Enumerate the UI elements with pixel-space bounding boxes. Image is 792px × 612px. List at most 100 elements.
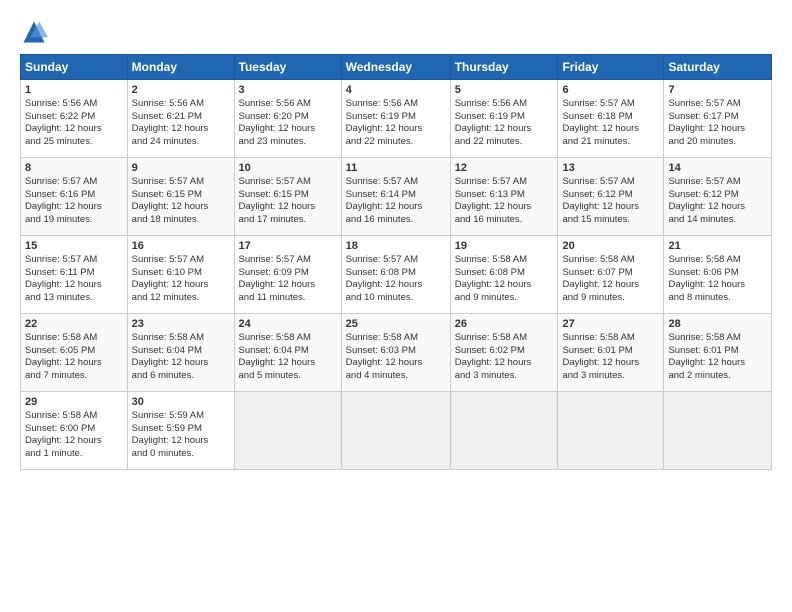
day-info-line: and 14 minutes. — [668, 214, 767, 227]
day-info-line: Daylight: 12 hours — [346, 123, 446, 136]
header — [20, 18, 772, 46]
day-cell: 27Sunrise: 5:58 AMSunset: 6:01 PMDayligh… — [558, 314, 664, 392]
day-info-line: Daylight: 12 hours — [132, 279, 230, 292]
day-info-line: Sunrise: 5:57 AM — [25, 176, 123, 189]
day-info-line: and 13 minutes. — [25, 292, 123, 305]
day-info-line: Sunrise: 5:58 AM — [562, 332, 659, 345]
day-info-line: and 18 minutes. — [132, 214, 230, 227]
day-info-line: Daylight: 12 hours — [455, 279, 554, 292]
day-info-line: Sunset: 6:08 PM — [455, 267, 554, 280]
day-info-line: Sunrise: 5:58 AM — [239, 332, 337, 345]
day-info-line: Sunrise: 5:58 AM — [455, 332, 554, 345]
day-number: 14 — [668, 161, 767, 176]
day-cell: 14Sunrise: 5:57 AMSunset: 6:12 PMDayligh… — [664, 158, 772, 236]
day-info-line: and 10 minutes. — [346, 292, 446, 305]
day-info-line: Sunset: 6:15 PM — [239, 189, 337, 202]
day-info-line: and 20 minutes. — [668, 136, 767, 149]
day-info-line: Daylight: 12 hours — [239, 279, 337, 292]
day-info-line: and 1 minute. — [25, 448, 123, 461]
day-info-line: and 9 minutes. — [562, 292, 659, 305]
day-info-line: Daylight: 12 hours — [25, 123, 123, 136]
day-info-line: Sunset: 6:04 PM — [239, 345, 337, 358]
day-info-line: and 16 minutes. — [346, 214, 446, 227]
day-cell: 6Sunrise: 5:57 AMSunset: 6:18 PMDaylight… — [558, 80, 664, 158]
column-header-wednesday: Wednesday — [341, 55, 450, 80]
day-info-line: and 2 minutes. — [668, 370, 767, 383]
day-info-line: Sunset: 6:13 PM — [455, 189, 554, 202]
day-info-line: Sunrise: 5:56 AM — [346, 98, 446, 111]
day-info-line: Sunset: 6:22 PM — [25, 111, 123, 124]
day-number: 19 — [455, 239, 554, 254]
day-info-line: Sunset: 5:59 PM — [132, 423, 230, 436]
day-info-line: Daylight: 12 hours — [132, 435, 230, 448]
day-info-line: and 5 minutes. — [239, 370, 337, 383]
day-info-line: Sunset: 6:14 PM — [346, 189, 446, 202]
day-info-line: and 24 minutes. — [132, 136, 230, 149]
day-number: 4 — [346, 83, 446, 98]
day-info-line: Daylight: 12 hours — [668, 123, 767, 136]
day-info-line: Sunset: 6:09 PM — [239, 267, 337, 280]
calendar-body: 1Sunrise: 5:56 AMSunset: 6:22 PMDaylight… — [21, 80, 772, 470]
day-info-line: Sunrise: 5:57 AM — [346, 254, 446, 267]
day-info-line: Daylight: 12 hours — [668, 357, 767, 370]
day-cell: 9Sunrise: 5:57 AMSunset: 6:15 PMDaylight… — [127, 158, 234, 236]
day-info-line: Sunrise: 5:57 AM — [562, 176, 659, 189]
day-cell — [234, 392, 341, 470]
day-info-line: Sunset: 6:19 PM — [455, 111, 554, 124]
day-number: 11 — [346, 161, 446, 176]
day-info-line: Sunrise: 5:56 AM — [455, 98, 554, 111]
logo-icon — [20, 18, 48, 46]
column-header-friday: Friday — [558, 55, 664, 80]
day-info-line: Sunset: 6:12 PM — [668, 189, 767, 202]
day-number: 2 — [132, 83, 230, 98]
day-info-line: Daylight: 12 hours — [455, 201, 554, 214]
day-info-line: and 19 minutes. — [25, 214, 123, 227]
day-info-line: Daylight: 12 hours — [668, 201, 767, 214]
day-number: 10 — [239, 161, 337, 176]
day-cell: 13Sunrise: 5:57 AMSunset: 6:12 PMDayligh… — [558, 158, 664, 236]
day-number: 1 — [25, 83, 123, 98]
day-info-line: Daylight: 12 hours — [239, 357, 337, 370]
day-info-line: Daylight: 12 hours — [239, 123, 337, 136]
day-info-line: Daylight: 12 hours — [239, 201, 337, 214]
day-info-line: Sunrise: 5:56 AM — [132, 98, 230, 111]
day-cell: 26Sunrise: 5:58 AMSunset: 6:02 PMDayligh… — [450, 314, 558, 392]
day-cell: 8Sunrise: 5:57 AMSunset: 6:16 PMDaylight… — [21, 158, 128, 236]
day-info-line: Sunset: 6:10 PM — [132, 267, 230, 280]
day-cell: 7Sunrise: 5:57 AMSunset: 6:17 PMDaylight… — [664, 80, 772, 158]
day-cell: 21Sunrise: 5:58 AMSunset: 6:06 PMDayligh… — [664, 236, 772, 314]
day-info-line: and 25 minutes. — [25, 136, 123, 149]
day-info-line: Sunset: 6:05 PM — [25, 345, 123, 358]
day-info-line: Sunset: 6:02 PM — [455, 345, 554, 358]
day-info-line: Sunset: 6:03 PM — [346, 345, 446, 358]
day-cell: 28Sunrise: 5:58 AMSunset: 6:01 PMDayligh… — [664, 314, 772, 392]
day-number: 28 — [668, 317, 767, 332]
day-info-line: Daylight: 12 hours — [668, 279, 767, 292]
day-number: 3 — [239, 83, 337, 98]
day-cell: 18Sunrise: 5:57 AMSunset: 6:08 PMDayligh… — [341, 236, 450, 314]
day-info-line: Daylight: 12 hours — [132, 357, 230, 370]
day-cell: 5Sunrise: 5:56 AMSunset: 6:19 PMDaylight… — [450, 80, 558, 158]
day-number: 29 — [25, 395, 123, 410]
day-info-line: Sunrise: 5:57 AM — [668, 98, 767, 111]
day-info-line: and 11 minutes. — [239, 292, 337, 305]
day-cell — [664, 392, 772, 470]
day-cell: 22Sunrise: 5:58 AMSunset: 6:05 PMDayligh… — [21, 314, 128, 392]
day-number: 8 — [25, 161, 123, 176]
day-number: 5 — [455, 83, 554, 98]
day-number: 24 — [239, 317, 337, 332]
day-info-line: and 21 minutes. — [562, 136, 659, 149]
day-info-line: Sunrise: 5:58 AM — [25, 410, 123, 423]
day-number: 9 — [132, 161, 230, 176]
day-info-line: and 6 minutes. — [132, 370, 230, 383]
day-cell: 1Sunrise: 5:56 AMSunset: 6:22 PMDaylight… — [21, 80, 128, 158]
day-info-line: Sunset: 6:15 PM — [132, 189, 230, 202]
day-info-line: Sunset: 6:17 PM — [668, 111, 767, 124]
column-header-thursday: Thursday — [450, 55, 558, 80]
day-cell: 25Sunrise: 5:58 AMSunset: 6:03 PMDayligh… — [341, 314, 450, 392]
day-info-line: Sunrise: 5:58 AM — [346, 332, 446, 345]
day-info-line: Daylight: 12 hours — [346, 357, 446, 370]
week-row-5: 29Sunrise: 5:58 AMSunset: 6:00 PMDayligh… — [21, 392, 772, 470]
week-row-1: 1Sunrise: 5:56 AMSunset: 6:22 PMDaylight… — [21, 80, 772, 158]
day-cell: 23Sunrise: 5:58 AMSunset: 6:04 PMDayligh… — [127, 314, 234, 392]
